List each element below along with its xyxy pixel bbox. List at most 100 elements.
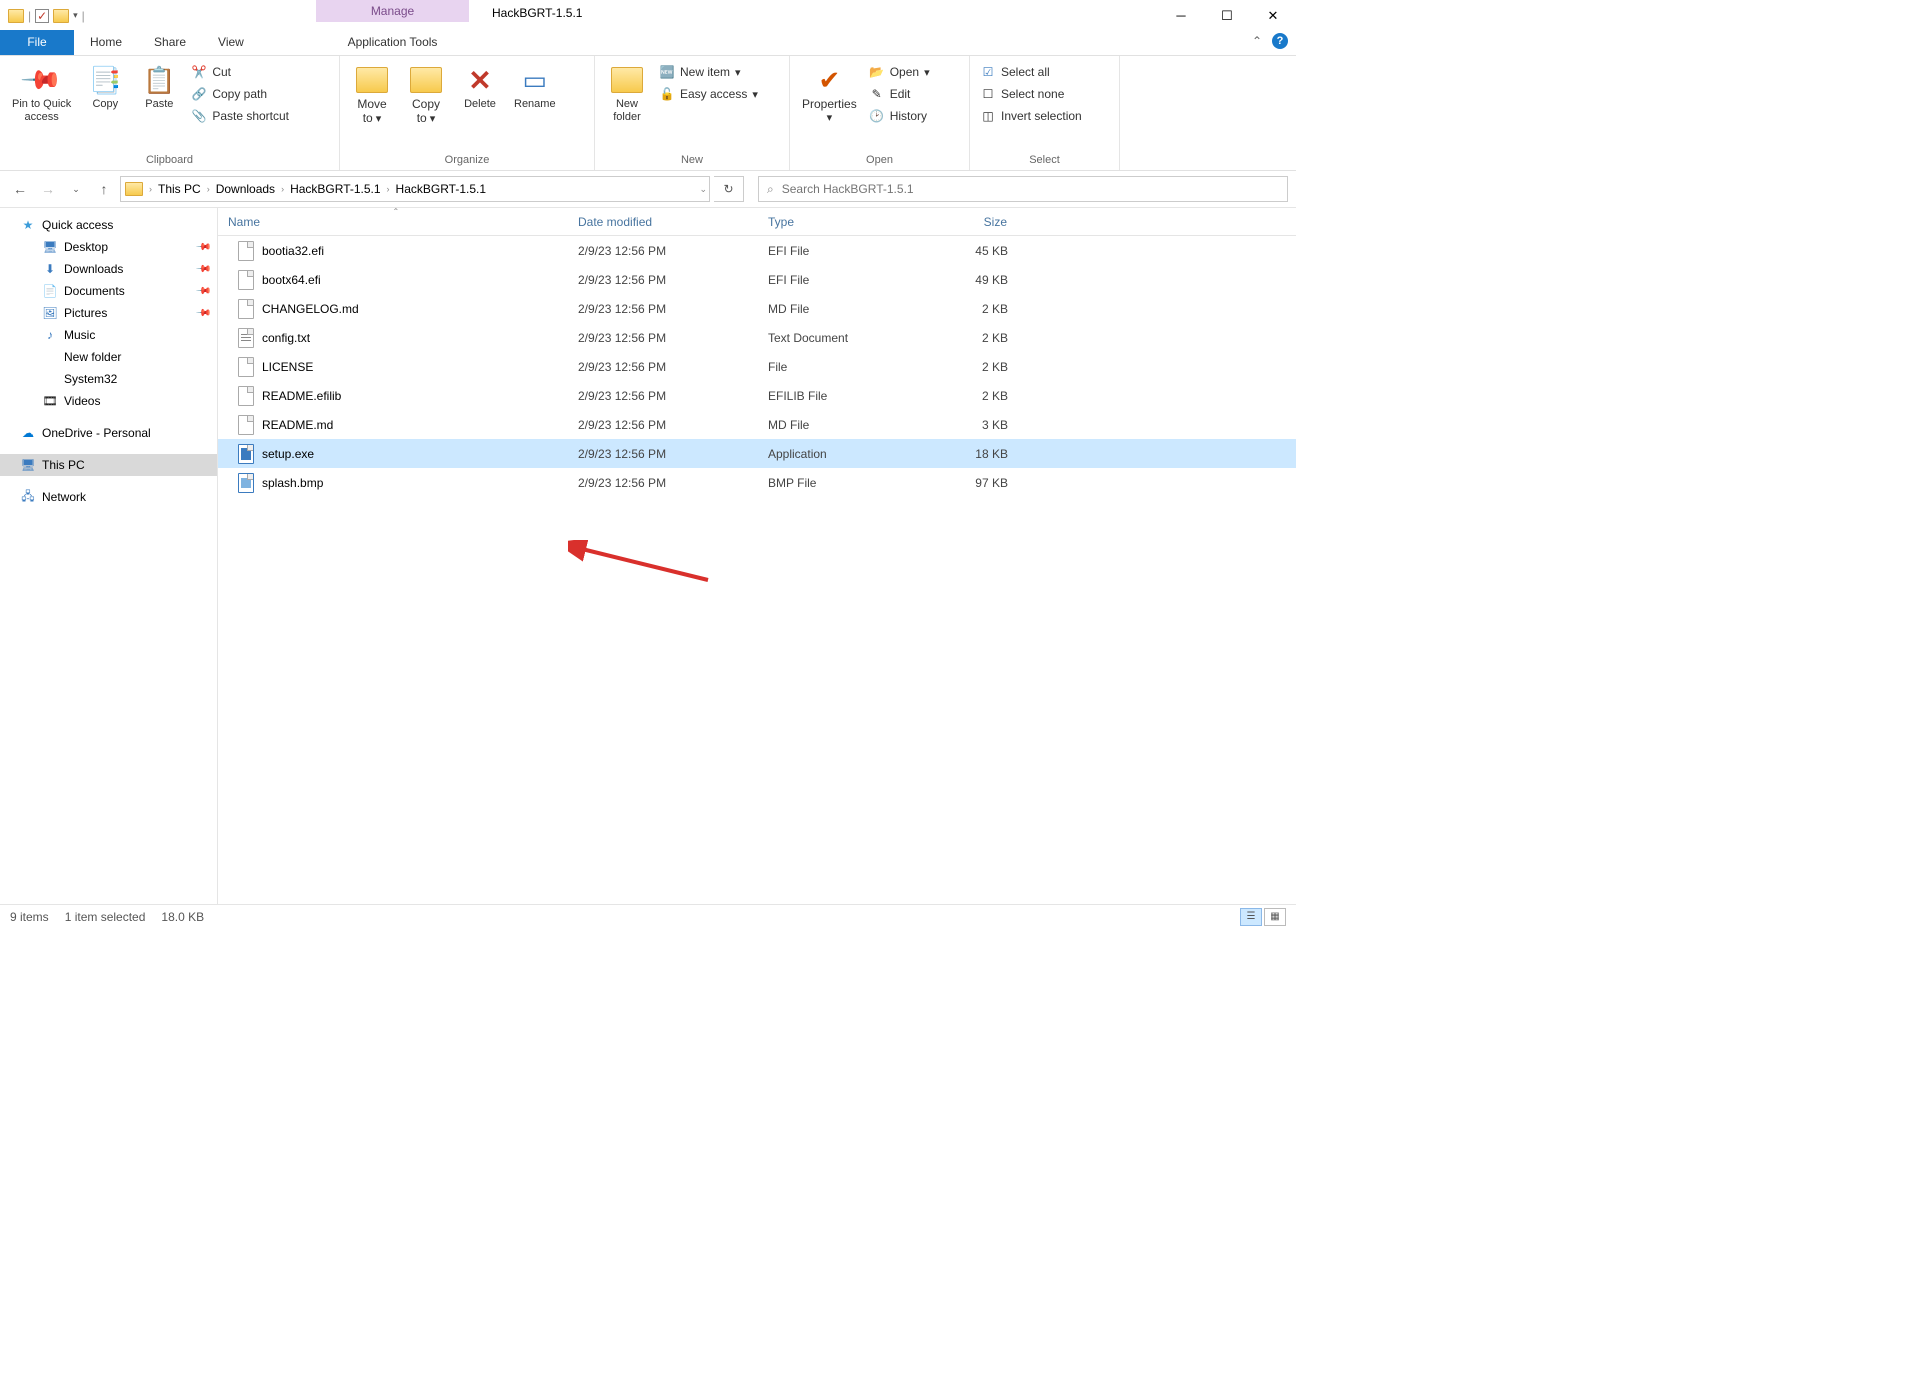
- invert-selection-button[interactable]: ◫Invert selection: [976, 106, 1086, 126]
- sidebar-item-new-folder[interactable]: New folder: [0, 346, 217, 368]
- pin-to-quick-access-button[interactable]: 📌Pin to Quick access: [6, 60, 77, 128]
- breadcrumb[interactable]: This PC: [156, 182, 203, 196]
- sidebar-item-downloads[interactable]: ⬇Downloads📌: [0, 258, 217, 280]
- file-name: LICENSE: [262, 360, 313, 374]
- delete-button[interactable]: ✕Delete: [454, 60, 506, 115]
- file-row[interactable]: bootx64.efi2/9/23 12:56 PMEFI File49 KB: [218, 265, 1296, 294]
- copy-button[interactable]: 📑Copy: [79, 60, 131, 115]
- maximize-button[interactable]: ☐: [1204, 0, 1250, 31]
- new-item-button[interactable]: 🆕New item ▾: [655, 62, 762, 82]
- sidebar-item-this-pc[interactable]: 🖥This PC: [0, 454, 217, 476]
- file-list-view: Name⌃ Date modified Type Size bootia32.e…: [218, 208, 1296, 904]
- file-name: setup.exe: [262, 447, 314, 461]
- thumbnails-view-button[interactable]: ▦: [1264, 908, 1286, 926]
- file-type: File: [758, 360, 918, 374]
- search-box[interactable]: ⌕: [758, 176, 1288, 202]
- file-size: 3 KB: [918, 418, 1018, 432]
- chevron-right-icon[interactable]: ›: [207, 184, 210, 194]
- navigation-pane[interactable]: ★Quick access 🖥Desktop📌 ⬇Downloads📌 📄Doc…: [0, 208, 218, 904]
- select-none-button[interactable]: ☐Select none: [976, 84, 1086, 104]
- file-row[interactable]: splash.bmp2/9/23 12:56 PMBMP File97 KB: [218, 468, 1296, 497]
- chevron-down-icon[interactable]: ⌄: [699, 184, 707, 195]
- breadcrumb[interactable]: HackBGRT-1.5.1: [394, 182, 488, 196]
- file-row[interactable]: README.md2/9/23 12:56 PMMD File3 KB: [218, 410, 1296, 439]
- new-folder-button[interactable]: New folder: [601, 60, 653, 128]
- back-button[interactable]: ←: [8, 177, 32, 201]
- tab-share[interactable]: Share: [138, 30, 202, 55]
- folder-icon: [125, 182, 143, 196]
- copy-to-button[interactable]: Copy to ▾: [400, 60, 452, 130]
- sidebar-item-music[interactable]: ♪Music: [0, 324, 217, 346]
- file-row[interactable]: setup.exe2/9/23 12:56 PMApplication18 KB: [218, 439, 1296, 468]
- help-icon[interactable]: ?: [1272, 33, 1288, 49]
- properties-button[interactable]: ✔Properties▾: [796, 60, 863, 129]
- forward-button[interactable]: →: [36, 177, 60, 201]
- copy-path-button[interactable]: 🔗Copy path: [187, 84, 293, 104]
- open-button[interactable]: 📂Open ▾: [865, 62, 934, 82]
- file-name: README.md: [262, 418, 333, 432]
- edit-button[interactable]: ✎Edit: [865, 84, 934, 104]
- sidebar-item-onedrive[interactable]: ☁OneDrive - Personal: [0, 422, 217, 444]
- column-header-type[interactable]: Type: [758, 208, 918, 235]
- sidebar-item-desktop[interactable]: 🖥Desktop📌: [0, 236, 217, 258]
- context-tab-manage[interactable]: Manage: [316, 0, 469, 22]
- file-size: 18 KB: [918, 447, 1018, 461]
- qat-dropdown-icon[interactable]: ▾: [73, 10, 78, 21]
- breadcrumb[interactable]: Downloads: [214, 182, 277, 196]
- file-row[interactable]: LICENSE2/9/23 12:56 PMFile2 KB: [218, 352, 1296, 381]
- file-icon: [238, 270, 254, 290]
- file-row[interactable]: config.txt2/9/23 12:56 PMText Document2 …: [218, 323, 1296, 352]
- select-all-button[interactable]: ☑Select all: [976, 62, 1086, 82]
- status-item-count: 9 items: [10, 910, 49, 924]
- tab-file[interactable]: File: [0, 30, 74, 55]
- file-row[interactable]: README.efilib2/9/23 12:56 PMEFILIB File2…: [218, 381, 1296, 410]
- column-header-size[interactable]: Size: [918, 208, 1018, 235]
- file-date: 2/9/23 12:56 PM: [568, 447, 758, 461]
- file-type: MD File: [758, 418, 918, 432]
- column-header-name[interactable]: Name⌃: [218, 208, 568, 235]
- group-label-new: New: [601, 152, 783, 170]
- file-row[interactable]: bootia32.efi2/9/23 12:56 PMEFI File45 KB: [218, 236, 1296, 265]
- search-input[interactable]: [782, 182, 1279, 196]
- tab-home[interactable]: Home: [74, 30, 138, 55]
- chevron-right-icon[interactable]: ›: [149, 184, 152, 194]
- paste-button[interactable]: 📋Paste: [133, 60, 185, 115]
- address-bar[interactable]: › This PC › Downloads › HackBGRT-1.5.1 ›…: [120, 176, 710, 202]
- title-bar: | ✓ ▾ | Manage HackBGRT-1.5.1 ─ ☐ ✕: [0, 0, 1296, 31]
- sidebar-item-quick-access[interactable]: ★Quick access: [0, 214, 217, 236]
- sidebar-item-system32[interactable]: System32: [0, 368, 217, 390]
- paste-shortcut-button[interactable]: 📎Paste shortcut: [187, 106, 293, 126]
- file-date: 2/9/23 12:56 PM: [568, 476, 758, 490]
- column-header-date[interactable]: Date modified: [568, 208, 758, 235]
- tab-view[interactable]: View: [202, 30, 260, 55]
- minimize-button[interactable]: ─: [1158, 0, 1204, 31]
- up-button[interactable]: ↑: [92, 177, 116, 201]
- sidebar-item-pictures[interactable]: 🖼Pictures📌: [0, 302, 217, 324]
- folder-icon: [8, 9, 24, 23]
- easy-access-button[interactable]: 🔓Easy access ▾: [655, 84, 762, 104]
- rename-button[interactable]: ▭Rename: [508, 60, 562, 115]
- chevron-right-icon[interactable]: ›: [281, 184, 284, 194]
- cut-button[interactable]: ✂️Cut: [187, 62, 293, 82]
- history-button[interactable]: 🕑History: [865, 106, 934, 126]
- group-label-open: Open: [796, 152, 963, 170]
- sidebar-item-videos[interactable]: 🎞Videos: [0, 390, 217, 412]
- properties-qat-icon[interactable]: ✓: [35, 9, 49, 23]
- close-button[interactable]: ✕: [1250, 0, 1296, 31]
- sidebar-item-network[interactable]: 🖧Network: [0, 486, 217, 508]
- group-label-select: Select: [976, 152, 1113, 170]
- refresh-button[interactable]: ↻: [714, 176, 744, 202]
- details-view-button[interactable]: ☰: [1240, 908, 1262, 926]
- sidebar-item-documents[interactable]: 📄Documents📌: [0, 280, 217, 302]
- status-selection-count: 1 item selected: [65, 910, 146, 924]
- ribbon: 📌Pin to Quick access 📑Copy 📋Paste ✂️Cut …: [0, 56, 1296, 171]
- recent-locations-button[interactable]: ⌄: [64, 177, 88, 201]
- move-to-button[interactable]: Move to ▾: [346, 60, 398, 130]
- collapse-ribbon-icon[interactable]: ⌃: [1252, 34, 1262, 48]
- file-row[interactable]: CHANGELOG.md2/9/23 12:56 PMMD File2 KB: [218, 294, 1296, 323]
- chevron-right-icon[interactable]: ›: [387, 184, 390, 194]
- new-folder-qat-icon[interactable]: [53, 9, 69, 23]
- tab-application-tools[interactable]: Application Tools: [316, 30, 469, 55]
- column-headers: Name⌃ Date modified Type Size: [218, 208, 1296, 236]
- breadcrumb[interactable]: HackBGRT-1.5.1: [288, 182, 382, 196]
